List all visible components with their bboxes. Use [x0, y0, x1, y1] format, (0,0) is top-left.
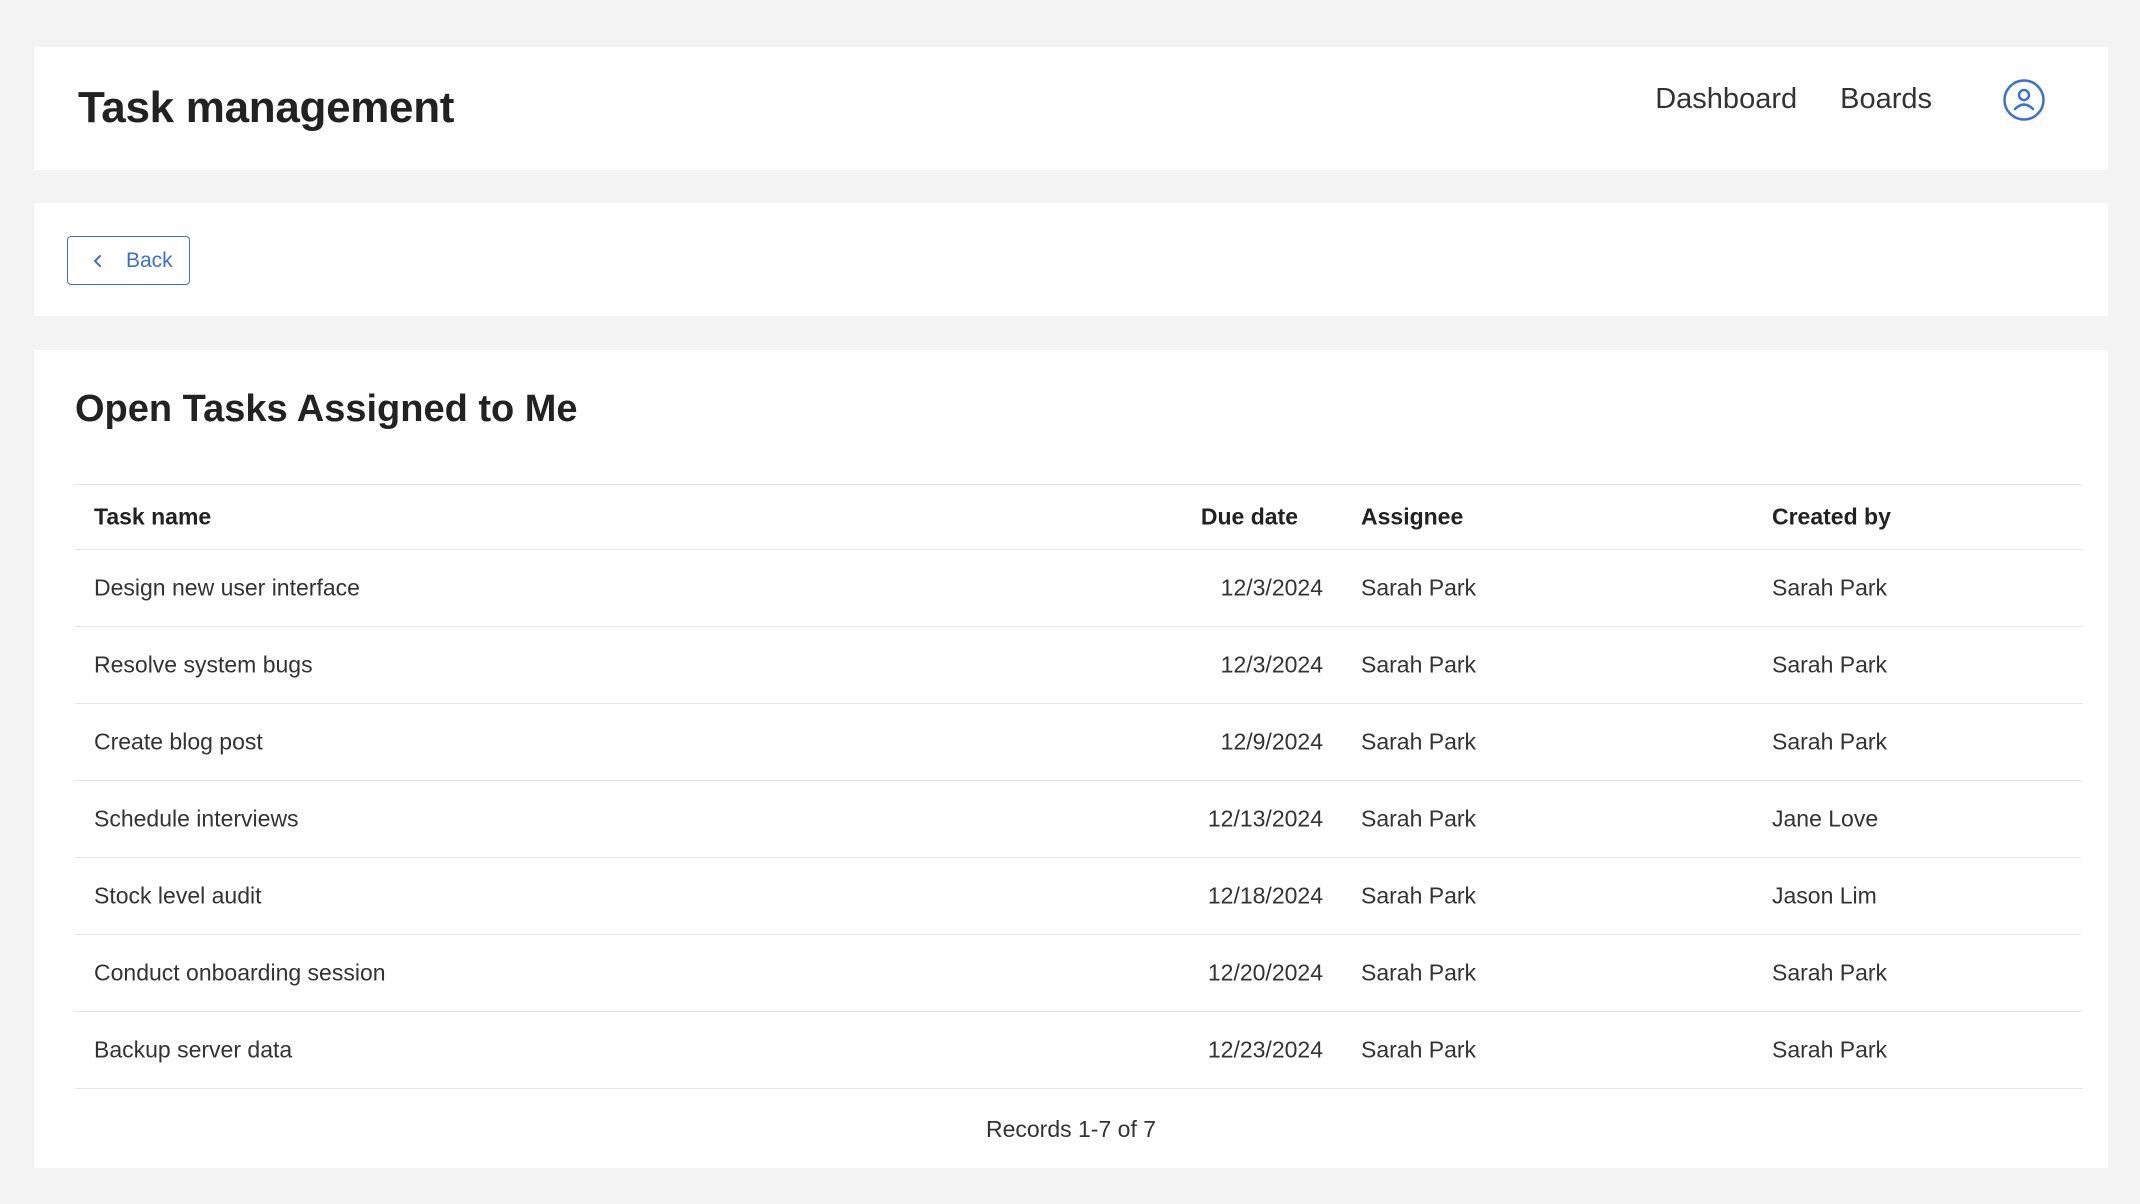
task-name-cell: Resolve system bugs: [94, 651, 313, 678]
column-header-task-name[interactable]: Task name: [94, 504, 211, 531]
column-header-due-date[interactable]: Due date: [1201, 504, 1298, 531]
back-button[interactable]: Back: [67, 236, 190, 285]
assignee-cell: Sarah Park: [1361, 728, 1477, 755]
created-by-cell: Sarah Park: [1772, 651, 1888, 678]
due-date-cell: 12/13/2024: [1207, 805, 1323, 832]
toolbar: Back: [34, 203, 2108, 316]
created-by-cell: Sarah Park: [1772, 574, 1888, 601]
column-header-assignee[interactable]: Assignee: [1361, 504, 1463, 531]
column-header-created-by[interactable]: Created by: [1772, 504, 1891, 531]
created-by-cell: Jason Lim: [1772, 882, 1877, 909]
nav-dashboard[interactable]: Dashboard: [1655, 83, 1797, 116]
task-name-cell: Create blog post: [94, 728, 263, 755]
nav-boards[interactable]: Boards: [1840, 83, 1932, 116]
chevron-left-icon: [90, 253, 106, 269]
app-header: Task management Dashboard Boards: [34, 47, 2108, 170]
due-date-cell: 12/3/2024: [1220, 651, 1323, 678]
assignee-cell: Sarah Park: [1361, 882, 1477, 909]
table-row[interactable]: Stock level audit 12/18/2024 Sarah Park …: [75, 858, 2082, 935]
assignee-cell: Sarah Park: [1361, 805, 1477, 832]
created-by-cell: Sarah Park: [1772, 1036, 1888, 1063]
due-date-cell: 12/18/2024: [1207, 882, 1323, 909]
due-date-cell: 12/3/2024: [1220, 574, 1323, 601]
page: Task management Dashboard Boards Back Op…: [0, 0, 2140, 1204]
table-row[interactable]: Conduct onboarding session 12/20/2024 Sa…: [75, 935, 2082, 1012]
table-row[interactable]: Backup server data 12/23/2024 Sarah Park…: [75, 1012, 2082, 1089]
tasks-table: Task name Due date Assignee Created by D…: [75, 484, 2082, 1089]
table-header-row: Task name Due date Assignee Created by: [75, 485, 2082, 550]
created-by-cell: Sarah Park: [1772, 728, 1888, 755]
created-by-cell: Sarah Park: [1772, 959, 1888, 986]
due-date-cell: 12/9/2024: [1220, 728, 1323, 755]
table-row[interactable]: Create blog post 12/9/2024 Sarah Park Sa…: [75, 704, 2082, 781]
app-title: Task management: [78, 83, 455, 132]
records-count: Records 1-7 of 7: [985, 1116, 1157, 1142]
assignee-cell: Sarah Park: [1361, 574, 1477, 601]
created-by-cell: Jane Love: [1772, 805, 1879, 832]
assignee-cell: Sarah Park: [1361, 959, 1477, 986]
due-date-cell: 12/23/2024: [1207, 1036, 1323, 1063]
task-name-cell: Conduct onboarding session: [94, 959, 386, 986]
task-name-cell: Stock level audit: [94, 882, 262, 909]
tasks-panel: Open Tasks Assigned to Me Task name Due …: [34, 350, 2108, 1168]
table-row[interactable]: Resolve system bugs 12/3/2024 Sarah Park…: [75, 627, 2082, 704]
task-name-cell: Backup server data: [94, 1036, 293, 1063]
due-date-cell: 12/20/2024: [1207, 959, 1323, 986]
assignee-cell: Sarah Park: [1361, 1036, 1477, 1063]
task-name-cell: Design new user interface: [94, 574, 360, 601]
user-circle-icon[interactable]: [2002, 78, 2046, 122]
top-nav: Dashboard Boards: [1655, 47, 2108, 170]
section-title: Open Tasks Assigned to Me: [75, 388, 578, 430]
table-row[interactable]: Design new user interface 12/3/2024 Sara…: [75, 550, 2082, 627]
task-name-cell: Schedule interviews: [94, 805, 299, 832]
back-button-label: Back: [126, 248, 173, 272]
table-row[interactable]: Schedule interviews 12/13/2024 Sarah Par…: [75, 781, 2082, 858]
assignee-cell: Sarah Park: [1361, 651, 1477, 678]
